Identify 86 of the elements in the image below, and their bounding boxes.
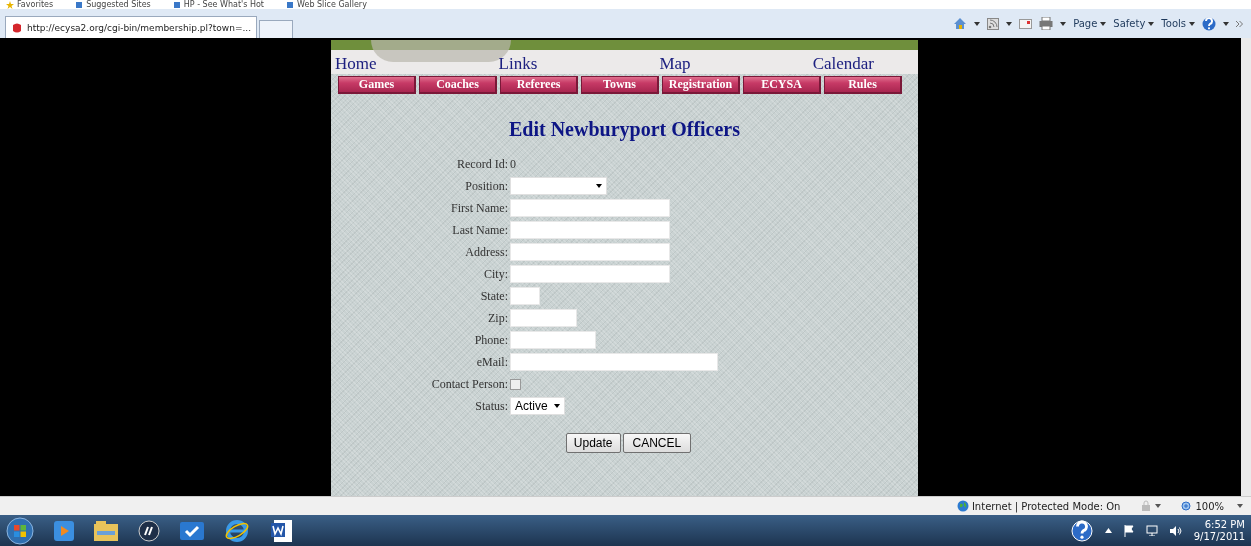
star-icon [6,0,14,9]
field-label: eMail: [475,354,508,371]
dropdown-arrow-icon[interactable] [1006,21,1013,26]
dropdown-arrow-icon [596,184,602,188]
page-icon [286,0,294,9]
favicon-icon [11,21,23,34]
media-player-icon[interactable] [54,520,74,541]
globe-icon [956,500,969,513]
show-hidden-icons-icon[interactable] [1104,528,1112,534]
field-label: Contact Person: [430,376,508,393]
form-button[interactable]: CANCEL [622,433,692,453]
nav-button[interactable]: Towns [581,76,659,94]
input-field[interactable] [510,265,670,283]
dropdown-arrow-icon[interactable] [974,21,981,26]
feed-icon[interactable] [987,17,1000,30]
dropdown-select[interactable]: Active [510,397,565,415]
dropdown-arrow-icon [553,404,560,408]
page-icon [75,0,84,9]
favorites-bar-item[interactable]: Web Slice Gallery [286,0,367,9]
nav-link[interactable]: Map [659,55,691,74]
browser-tab[interactable]: http://ecysa2.org/cgi-bin/membership.pl?town=... [5,16,258,38]
field-label: Zip: [487,310,508,327]
nav-button[interactable]: Rules [824,76,902,94]
field-label: State: [479,288,508,305]
field-label: Phone: [473,332,508,349]
favorites-bar-item[interactable]: HP - See What's Hot [172,0,264,9]
field-label: Position: [464,178,508,195]
speaker-icon[interactable] [1169,525,1182,536]
record-id-value: 0 [510,156,517,173]
mail-icon[interactable] [1019,18,1033,29]
favorites-bar-item[interactable]: Suggested Sites [75,0,151,9]
nav-button[interactable]: Games [338,76,416,94]
nav-link[interactable]: Links [498,55,538,74]
dropdown-arrow-icon [1189,21,1195,26]
zoom-icon [1181,500,1193,512]
zoom-level[interactable]: 100% [1195,500,1224,512]
checkbox[interactable] [510,378,521,390]
help-icon[interactable] [1202,16,1216,31]
dropdown-arrow-icon[interactable] [1060,21,1067,26]
dropdown-arrow-icon[interactable] [1237,504,1243,509]
nav-link[interactable]: Home [335,55,377,74]
nav-button[interactable]: Coaches [419,76,497,94]
document-w-icon[interactable] [270,518,294,543]
overflow-chevron-icon[interactable] [1236,20,1243,27]
field-label: Address: [464,244,508,261]
field-label: Record Id: [456,156,508,173]
input-field[interactable] [510,243,670,261]
page-icon [172,0,181,9]
form-button[interactable]: Update [565,433,621,453]
dropdown-arrow-icon[interactable] [1223,21,1229,26]
command-menu-button[interactable]: Tools [1161,18,1195,29]
nav-button[interactable]: ECYSA [743,76,821,94]
input-field[interactable] [510,287,540,305]
security-zone-text: Internet | Protected Mode: On [971,500,1121,512]
clock-time[interactable]: 6:52 PM [1204,518,1245,531]
scrollbar[interactable] [1241,38,1251,497]
checkmark-icon[interactable] [180,521,204,540]
start-button-icon[interactable] [6,516,34,545]
printer-icon[interactable] [1039,17,1054,30]
folder-icon[interactable] [94,520,118,541]
page-title: Edit Newburyport Officers [507,118,742,141]
dropdown-arrow-icon [1100,21,1107,26]
clock-date[interactable]: 9/17/2011 [1193,530,1245,543]
help-icon[interactable] [1070,519,1093,542]
nav-link[interactable]: Calendar [812,55,874,74]
network-icon[interactable] [1145,525,1158,537]
input-field[interactable] [510,331,596,349]
field-label: First Name: [450,200,508,217]
home-icon[interactable] [953,17,968,30]
dropdown-arrow-icon [1148,21,1155,26]
command-menu-button[interactable]: Safety [1113,18,1155,29]
favorites-bar-item[interactable]: Favorites [6,0,54,9]
input-field[interactable] [510,199,670,217]
field-label: Status: [474,398,508,415]
flag-icon[interactable] [1123,524,1134,537]
nav-button[interactable]: Registration [662,76,740,94]
dropdown-arrow-icon[interactable] [1155,504,1162,509]
field-label: City: [483,266,508,283]
circle-logo-icon[interactable] [138,519,160,542]
input-field[interactable] [510,309,577,327]
input-field[interactable] [510,353,718,371]
input-field[interactable] [510,221,670,239]
field-label: Last Name: [451,222,508,239]
command-menu-button[interactable]: Page [1073,18,1107,29]
browser-e-icon[interactable] [224,517,250,544]
nav-button[interactable]: Referees [500,76,578,94]
